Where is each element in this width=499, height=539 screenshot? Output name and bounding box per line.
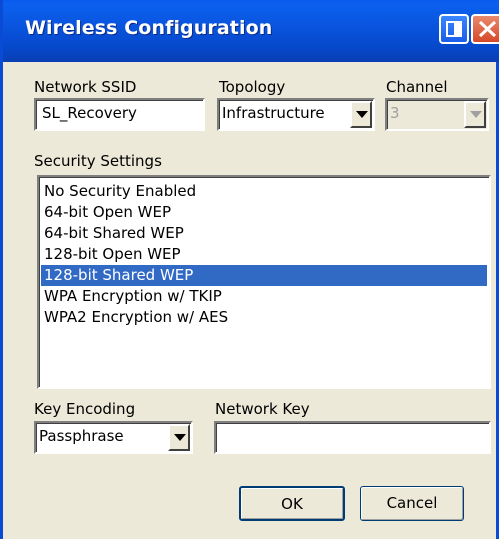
help-icon <box>446 21 462 37</box>
channel-value: 3 <box>390 104 400 122</box>
network-key-label: Network Key <box>215 400 310 418</box>
key-encoding-select[interactable]: Passphrase <box>34 421 193 454</box>
list-item[interactable]: 64-bit Shared WEP <box>41 223 487 244</box>
list-item[interactable]: WPA2 Encryption w/ AES <box>41 307 487 328</box>
security-listbox[interactable]: No Security Enabled 64-bit Open WEP 64-b… <box>37 175 491 389</box>
cancel-button[interactable]: Cancel <box>360 486 464 521</box>
channel-select[interactable]: 3 <box>385 98 489 131</box>
list-item[interactable]: WPA Encryption w/ TKIP <box>41 286 487 307</box>
chevron-down-icon <box>470 111 482 118</box>
list-item[interactable]: 64-bit Open WEP <box>41 202 487 223</box>
key-encoding-dropdown-button[interactable] <box>168 424 190 451</box>
close-button[interactable] <box>471 14 499 44</box>
topology-value: Infrastructure <box>222 104 325 122</box>
channel-label: Channel <box>386 78 448 96</box>
help-button[interactable] <box>439 14 469 44</box>
key-encoding-value: Passphrase <box>39 427 124 445</box>
security-label: Security Settings <box>34 152 162 170</box>
chevron-down-icon <box>174 434 186 441</box>
ok-button[interactable]: OK <box>239 486 345 521</box>
window-title: Wireless Configuration <box>25 17 273 39</box>
wireless-config-dialog: Wireless Configuration Network SSID Topo… <box>0 0 499 539</box>
ssid-input[interactable]: SL_Recovery <box>34 98 205 131</box>
list-item[interactable]: No Security Enabled <box>41 181 487 202</box>
ssid-value: SL_Recovery <box>42 104 137 122</box>
title-bar[interactable]: Wireless Configuration <box>3 0 499 62</box>
network-key-input[interactable] <box>214 421 491 454</box>
topology-select[interactable]: Infrastructure <box>217 98 375 131</box>
topology-dropdown-button[interactable] <box>350 101 372 128</box>
list-item[interactable]: 128-bit Open WEP <box>41 244 487 265</box>
ssid-label: Network SSID <box>34 78 137 96</box>
list-item-selected[interactable]: 128-bit Shared WEP <box>41 265 487 286</box>
channel-dropdown-button[interactable] <box>464 101 486 128</box>
chevron-down-icon <box>356 111 368 118</box>
topology-label: Topology <box>219 78 286 96</box>
key-encoding-label: Key Encoding <box>34 400 136 418</box>
close-icon <box>478 20 497 38</box>
